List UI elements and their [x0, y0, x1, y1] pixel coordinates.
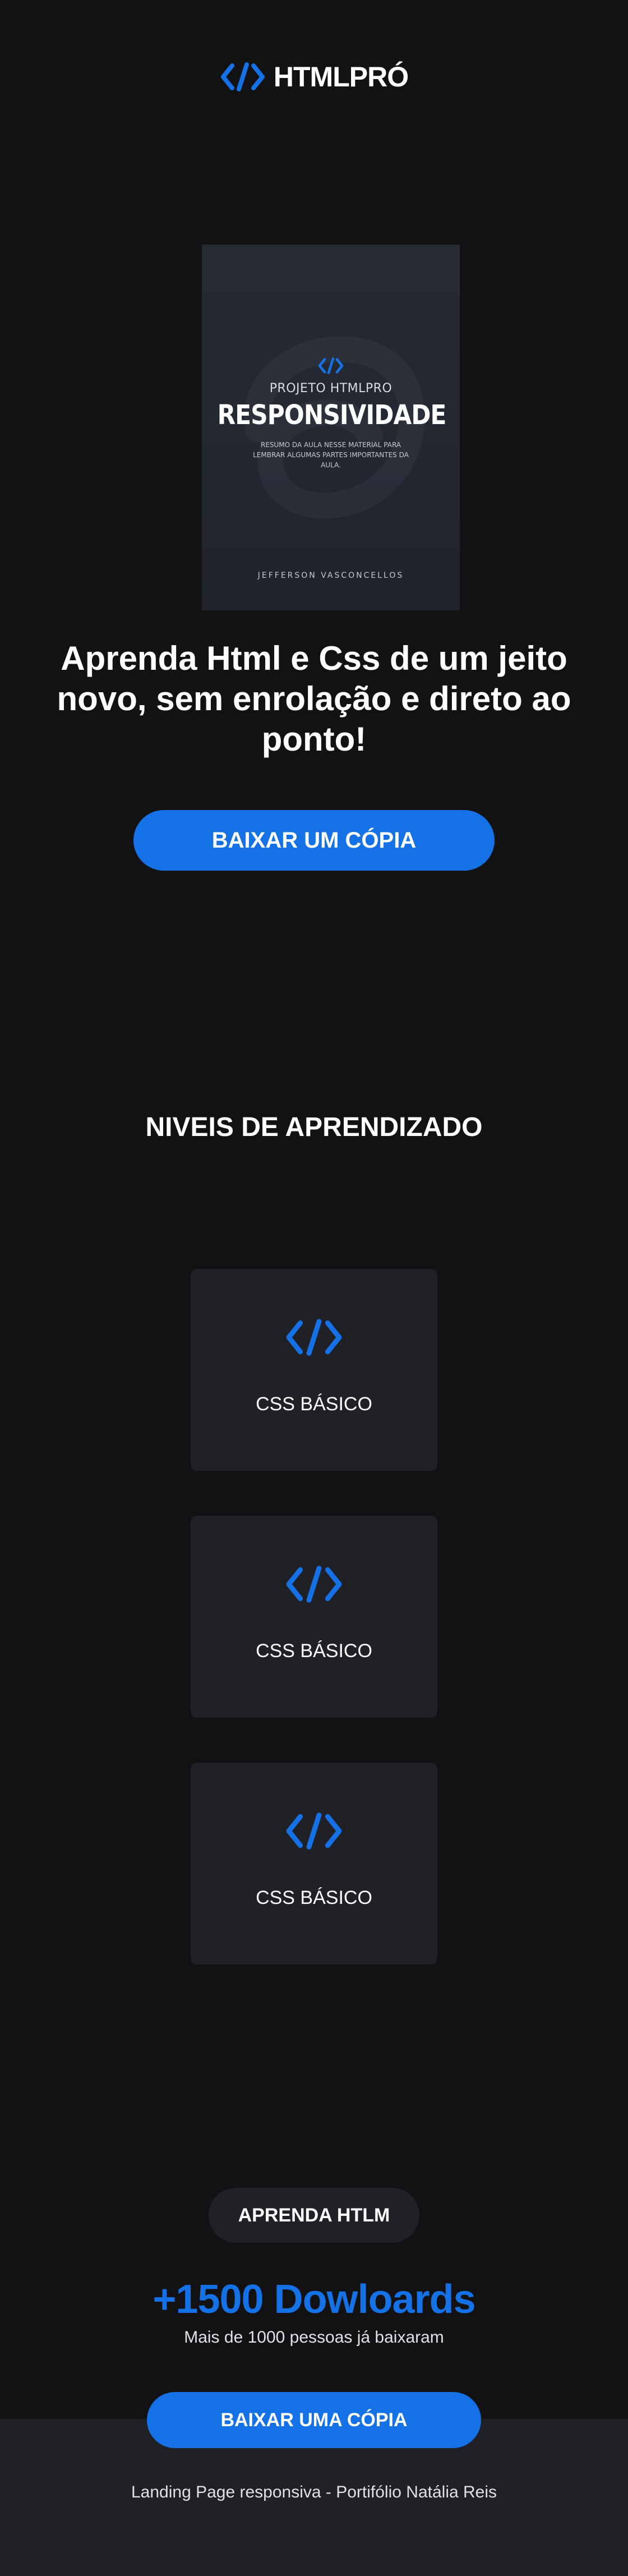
code-icon — [202, 357, 460, 375]
level-card[interactable]: CSS BÁSICO — [191, 1269, 437, 1471]
ebook-title: RESPONSIVIDADE — [217, 399, 447, 431]
downloads-subtitle: Mais de 1000 pessoas já baixaram — [184, 2328, 444, 2347]
logo-text: HTMLPRÓ — [273, 61, 409, 93]
hero-headline: Aprenda Html e Css de um jeito novo, sem… — [57, 640, 571, 758]
learn-html-badge[interactable]: APRENDA HTLM — [209, 2188, 419, 2243]
code-icon — [220, 62, 265, 91]
code-icon — [191, 1564, 437, 1604]
level-card-label: CSS BÁSICO — [256, 1393, 372, 1415]
ebook-project-label: PROJETO HTMLPRO — [269, 381, 392, 395]
footer-download-button[interactable]: BAIXAR UMA CÓPIA — [147, 2392, 481, 2448]
level-card-label: CSS BÁSICO — [256, 1640, 372, 1662]
code-icon — [191, 1317, 437, 1358]
ebook-description: RESUMO DA AULA NESSE MATERIAL PARA LEMBR… — [253, 441, 409, 469]
site-logo[interactable]: HTMLPRÓ — [0, 61, 628, 93]
download-copy-button[interactable]: BAIXAR UM CÓPIA — [133, 810, 495, 871]
ebook-cover: PROJETO HTMLPRO RESPONSIVIDADE RESUMO DA… — [202, 245, 460, 610]
levels-section-title: NIVEIS DE APRENDIZADO — [145, 1112, 483, 1142]
code-icon — [191, 1811, 437, 1851]
level-card[interactable]: CSS BÁSICO — [191, 1516, 437, 1718]
level-card-label: CSS BÁSICO — [256, 1887, 372, 1908]
footer-credit: Landing Page responsiva - Portifólio Nat… — [131, 2483, 497, 2501]
ebook-author: JEFFERSON VASCONCELLOS — [257, 571, 404, 580]
level-card[interactable]: CSS BÁSICO — [191, 1763, 437, 1965]
downloads-count: +1500 Dowloards — [153, 2277, 475, 2322]
